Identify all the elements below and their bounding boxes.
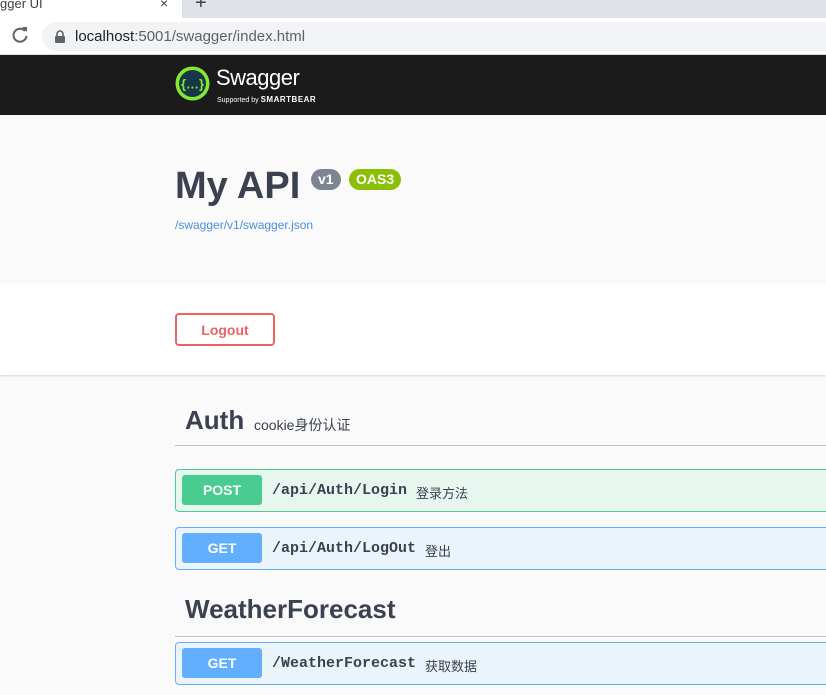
method-badge: POST <box>182 475 262 505</box>
browser-tab-strip: gger UI × + <box>0 0 826 18</box>
method-badge: GET <box>182 533 262 563</box>
tag-header-weatherforecast[interactable]: WeatherForecast <box>175 589 826 637</box>
new-tab-icon[interactable]: + <box>195 0 207 15</box>
url-path: :5001/swagger/index.html <box>134 28 306 45</box>
tag-name: Auth <box>185 405 245 435</box>
swagger-logo-text[interactable]: Swagger <box>216 65 300 91</box>
browser-toolbar: localhost:5001/swagger/index.html <box>0 18 826 55</box>
api-info: My API v1 OAS3 /swagger/v1/swagger.json <box>0 115 826 283</box>
operation-path: /WeatherForecast <box>272 655 417 672</box>
operation-get-logout[interactable]: GET /api/Auth/LogOut 登出 <box>175 527 826 570</box>
close-icon[interactable]: × <box>160 0 168 11</box>
swagger-logo-icon[interactable]: {…} <box>175 66 210 101</box>
spec-url-link[interactable]: /swagger/v1/swagger.json <box>175 218 313 232</box>
tag-description: cookie身份认证 <box>254 417 351 433</box>
reload-icon[interactable] <box>10 25 30 45</box>
operation-summary: 登出 <box>425 544 452 559</box>
method-badge: GET <box>182 648 262 678</box>
operation-get-weatherforecast[interactable]: GET /WeatherForecast 获取数据 <box>175 642 826 685</box>
logout-button[interactable]: Logout <box>175 313 275 346</box>
svg-text:{…}: {…} <box>181 77 204 92</box>
logo-tagline-brand: SMARTBEAR <box>260 95 317 104</box>
browser-tab[interactable]: gger UI × <box>0 0 182 18</box>
oas-badge: OAS3 <box>349 169 402 190</box>
logo-tagline: Supported by SMARTBEAR <box>217 95 316 104</box>
operation-post-login[interactable]: POST /api/Auth/Login 登录方法 <box>175 469 826 512</box>
tag-header-auth[interactable]: Auth cookie身份认证 <box>175 405 826 446</box>
operation-path: /api/Auth/Login <box>272 482 408 499</box>
url-host: localhost <box>75 28 135 45</box>
auth-container: Logout <box>0 283 826 375</box>
operation-summary: 获取数据 <box>425 659 478 674</box>
lock-icon[interactable] <box>54 30 66 43</box>
tag-name: WeatherForecast <box>185 594 396 624</box>
operation-summary: 登录方法 <box>416 486 469 501</box>
version-badge: v1 <box>311 169 341 190</box>
page-title: My API <box>175 165 301 207</box>
swagger-topbar: {…} Swagger Supported by SMARTBEAR <box>0 55 826 115</box>
tab-title: gger UI <box>0 0 43 11</box>
url-text[interactable]: localhost:5001/swagger/index.html <box>75 28 305 45</box>
logo-tagline-prefix: Supported by <box>217 97 261 104</box>
operation-path: /api/Auth/LogOut <box>272 540 417 557</box>
address-bar[interactable]: localhost:5001/swagger/index.html <box>42 22 826 51</box>
